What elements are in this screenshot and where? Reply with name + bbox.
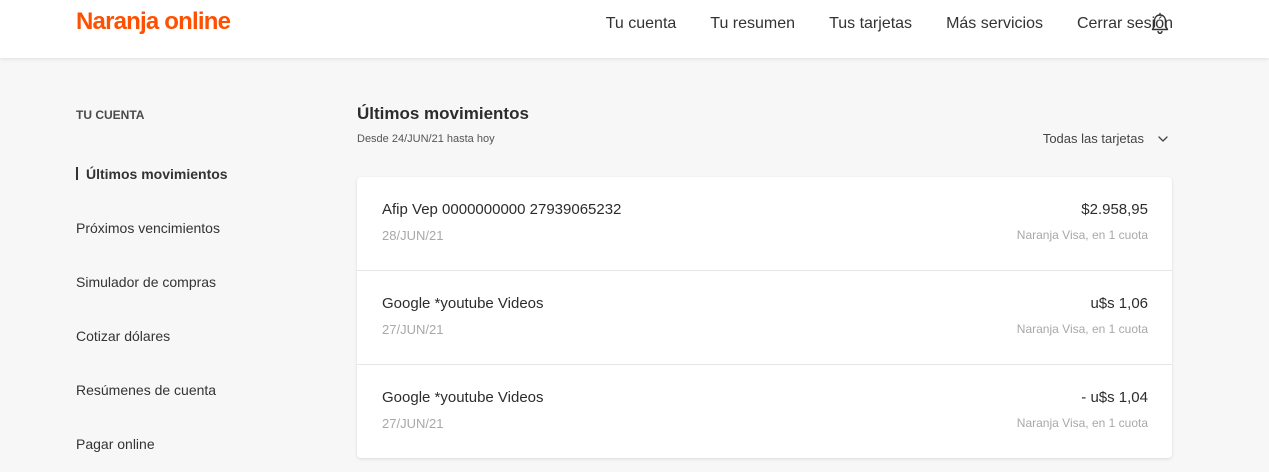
- bell-icon[interactable]: [1150, 12, 1170, 36]
- movement-amount: - u$s 1,04: [1081, 389, 1148, 406]
- main-nav: Tu cuenta Tu resumen Tus tarjetas Más se…: [606, 0, 1173, 48]
- nav-tu-cuenta[interactable]: Tu cuenta: [606, 15, 677, 33]
- active-indicator: [76, 167, 78, 180]
- card-filter-dropdown[interactable]: Todas las tarjetas: [1043, 131, 1168, 146]
- sidebar-item-ultimos-movimientos[interactable]: Últimos movimientos: [76, 166, 228, 182]
- movement-description: Google *youtube Videos: [382, 389, 544, 406]
- movement-date: 28/JUN/21: [382, 228, 444, 243]
- movement-card: Naranja Visa, en 1 cuota: [1016, 416, 1148, 430]
- sidebar-item-pagar-online[interactable]: Pagar online: [76, 436, 155, 452]
- sidebar-heading: TU CUENTA: [76, 108, 145, 122]
- movement-amount: u$s 1,06: [1090, 295, 1148, 312]
- nav-tus-tarjetas[interactable]: Tus tarjetas: [829, 15, 912, 33]
- movements-list: Afip Vep 0000000000 27939065232 28/JUN/2…: [357, 177, 1172, 458]
- sidebar-item-label: Cotizar dólares: [76, 328, 171, 344]
- sidebar-item-label: Simulador de compras: [76, 274, 217, 290]
- movement-amount: $2.958,95: [1081, 201, 1148, 218]
- sidebar-item-resumenes-de-cuenta[interactable]: Resúmenes de cuenta: [76, 382, 216, 398]
- sidebar-item-cotizar-dolares[interactable]: Cotizar dólares: [76, 328, 170, 344]
- sidebar-item-label: Resúmenes de cuenta: [76, 382, 217, 398]
- movement-card: Naranja Visa, en 1 cuota: [1016, 322, 1148, 336]
- date-range: Desde 24/JUN/21 hasta hoy: [357, 133, 495, 145]
- movement-date: 27/JUN/21: [382, 322, 444, 337]
- movement-row[interactable]: Google *youtube Videos 27/JUN/21 u$s 1,0…: [357, 271, 1172, 365]
- sidebar-item-label: Pagar online: [76, 436, 155, 452]
- page-title: Últimos movimientos: [357, 104, 529, 123]
- movement-card: Naranja Visa, en 1 cuota: [1016, 228, 1148, 242]
- movement-description: Afip Vep 0000000000 27939065232: [382, 201, 622, 218]
- nav-tu-resumen[interactable]: Tu resumen: [710, 15, 795, 33]
- chevron-down-icon: [1158, 135, 1168, 142]
- movement-row[interactable]: Google *youtube Videos 27/JUN/21 - u$s 1…: [357, 365, 1172, 458]
- naranja-logo[interactable]: Naranja online: [76, 8, 231, 36]
- movement-description: Google *youtube Videos: [382, 295, 544, 312]
- movement-row[interactable]: Afip Vep 0000000000 27939065232 28/JUN/2…: [357, 177, 1172, 271]
- nav-mas-servicios[interactable]: Más servicios: [946, 15, 1043, 33]
- sidebar-item-proximos-vencimientos[interactable]: Próximos vencimientos: [76, 220, 220, 236]
- top-header: Naranja online Tu cuenta Tu resumen Tus …: [0, 0, 1269, 58]
- sidebar-item-label: Últimos movimientos: [86, 166, 228, 182]
- sidebar-item-label: Próximos vencimientos: [76, 220, 220, 236]
- movement-date: 27/JUN/21: [382, 416, 444, 431]
- sidebar-item-simulador-de-compras[interactable]: Simulador de compras: [76, 274, 216, 290]
- card-filter-label: Todas las tarjetas: [1042, 131, 1144, 146]
